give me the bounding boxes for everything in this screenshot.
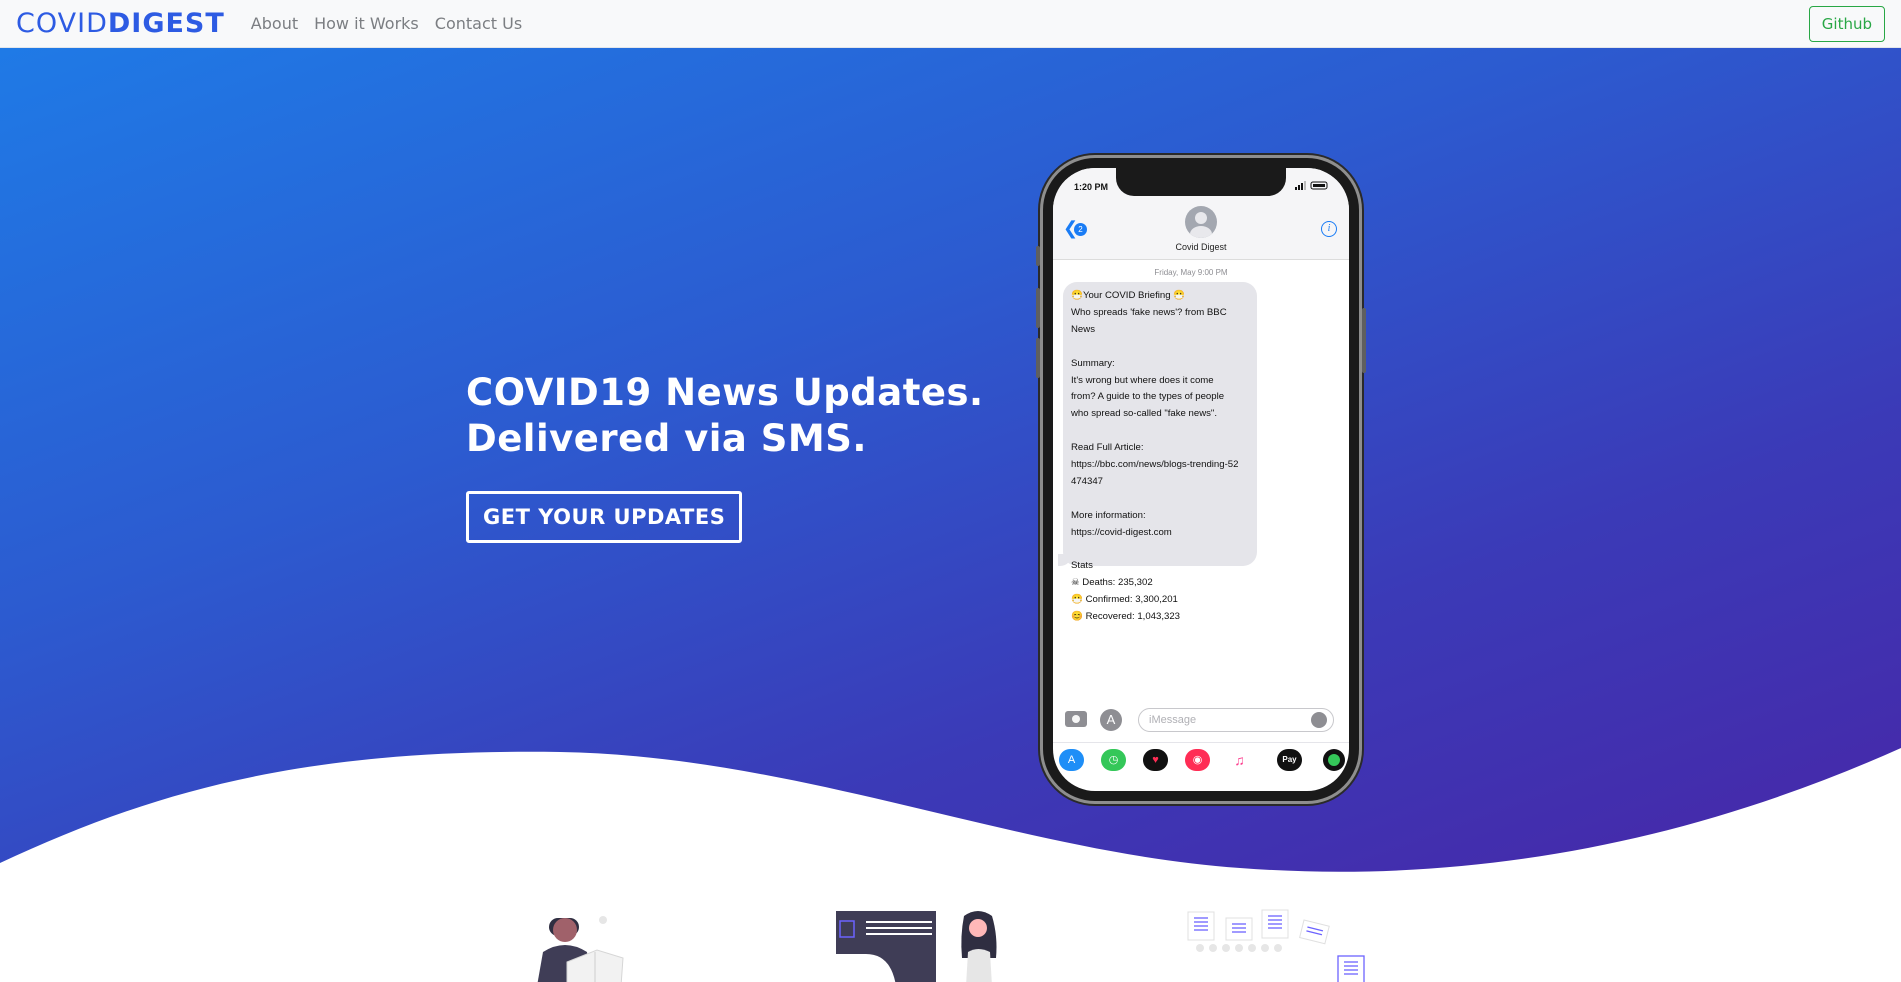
hero-headline-line2: Delivered via SMS. <box>466 417 867 460</box>
phone-side-button-volume-up <box>1036 288 1040 328</box>
contact-avatar[interactable] <box>1185 206 1217 238</box>
message-line: Summary: <box>1071 357 1115 369</box>
documents-illustration <box>1187 909 1365 982</box>
signal-battery-icon <box>1295 181 1329 193</box>
phone-notch <box>1116 168 1286 196</box>
phone-side-button-volume-down <box>1036 338 1040 378</box>
message-line: 😷 Confirmed: 3,300,201 <box>1071 594 1178 606</box>
message-link[interactable]: https://covid-digest.com <box>1071 525 1249 542</box>
digital-touch-icon[interactable]: ♥ <box>1143 749 1168 771</box>
message-line-blank <box>1071 339 1249 356</box>
apple-pay-icon[interactable]: Pay <box>1277 749 1302 771</box>
message-link[interactable]: 474347 <box>1071 474 1249 491</box>
phone-screen: 1:20 PM ❮ 2 Covid Digest i Friday, May 9… <box>1053 168 1349 791</box>
phone-side-button-power <box>1362 308 1366 373</box>
person-with-document-illustration <box>836 911 997 982</box>
microphone-icon[interactable] <box>1311 712 1327 728</box>
github-button[interactable]: Github <box>1808 5 1885 42</box>
message-line: Stats <box>1071 560 1093 572</box>
message-line: More information: <box>1071 509 1146 521</box>
app-store-app-icon[interactable]: A <box>1059 749 1084 771</box>
activity-app-icon[interactable]: ◷ <box>1101 749 1126 771</box>
nav-link-about[interactable]: About <box>251 14 298 33</box>
reading-person-illustration <box>537 916 624 982</box>
nav-link-how-it-works[interactable]: How it Works <box>314 14 419 33</box>
hero-section: COVID19 News Updates. Delivered via SMS.… <box>0 48 1901 982</box>
hero-headline-line1: COVID19 News Updates. <box>466 371 984 414</box>
green-app-icon[interactable] <box>1323 749 1345 771</box>
camera-icon[interactable] <box>1065 711 1087 727</box>
get-updates-button[interactable]: GET YOUR UPDATES <box>466 491 743 543</box>
message-bubble: 😷Your COVID Briefing 😷 Who spreads 'fake… <box>1063 282 1257 622</box>
contact-name: Covid Digest <box>1175 242 1227 252</box>
navbar: COVID DIGEST About How it Works Contact U… <box>0 0 1901 48</box>
message-line: ☠ Deaths: 235,302 <box>1071 577 1153 589</box>
app-store-icon[interactable]: A <box>1100 709 1122 731</box>
compose-row: A iMessage <box>1053 704 1349 736</box>
message-header: ❮ 2 Covid Digest i <box>1053 202 1349 260</box>
phone-side-button-silent <box>1036 246 1040 266</box>
message-line-blank <box>1071 491 1249 508</box>
message-line-blank <box>1071 542 1249 559</box>
message-line-blank <box>1071 423 1249 440</box>
phone-mockup: 1:20 PM ❮ 2 Covid Digest i Friday, May 9… <box>1036 158 1366 801</box>
message-line: Read Full Article: <box>1071 442 1144 454</box>
brand-text-digest: DIGEST <box>107 8 225 39</box>
info-icon[interactable]: i <box>1321 221 1337 237</box>
message-link[interactable]: https://bbc.com/news/blogs-trending-52 <box>1071 457 1249 474</box>
status-time: 1:20 PM <box>1074 182 1109 192</box>
imessage-input[interactable]: iMessage <box>1138 708 1334 732</box>
imessage-placeholder: iMessage <box>1149 714 1197 726</box>
message-line: It's wrong but where does it come <box>1071 374 1214 386</box>
brand-text-covid: COVID <box>16 8 108 39</box>
nav-link-contact-us[interactable]: Contact Us <box>435 14 522 33</box>
brand-logo[interactable]: COVID DIGEST <box>16 8 225 39</box>
music-app-icon[interactable]: ♫ <box>1227 749 1252 771</box>
imessage-apps-row: A ◷ ♥ ◉ ♫ Pay <box>1053 742 1349 772</box>
message-timestamp: Friday, May 9:00 PM <box>1154 268 1228 277</box>
message-line: who spread so-called "fake news". <box>1071 408 1217 420</box>
hero-headline: COVID19 News Updates. Delivered via SMS. <box>466 370 984 462</box>
message-line: 😷Your COVID Briefing 😷 <box>1071 290 1186 301</box>
apple-pay-label: Pay <box>1282 755 1297 764</box>
message-line: News <box>1071 323 1095 335</box>
message-line: from? A guide to the types of people <box>1071 391 1225 403</box>
image-search-icon[interactable]: ◉ <box>1185 749 1210 771</box>
hero-wave <box>0 748 1901 982</box>
unread-count-badge: 2 <box>1074 223 1087 236</box>
message-line: Who spreads 'fake news'? from BBC <box>1071 306 1227 318</box>
message-line: 😊 Recovered: 1,043,323 <box>1071 611 1181 623</box>
